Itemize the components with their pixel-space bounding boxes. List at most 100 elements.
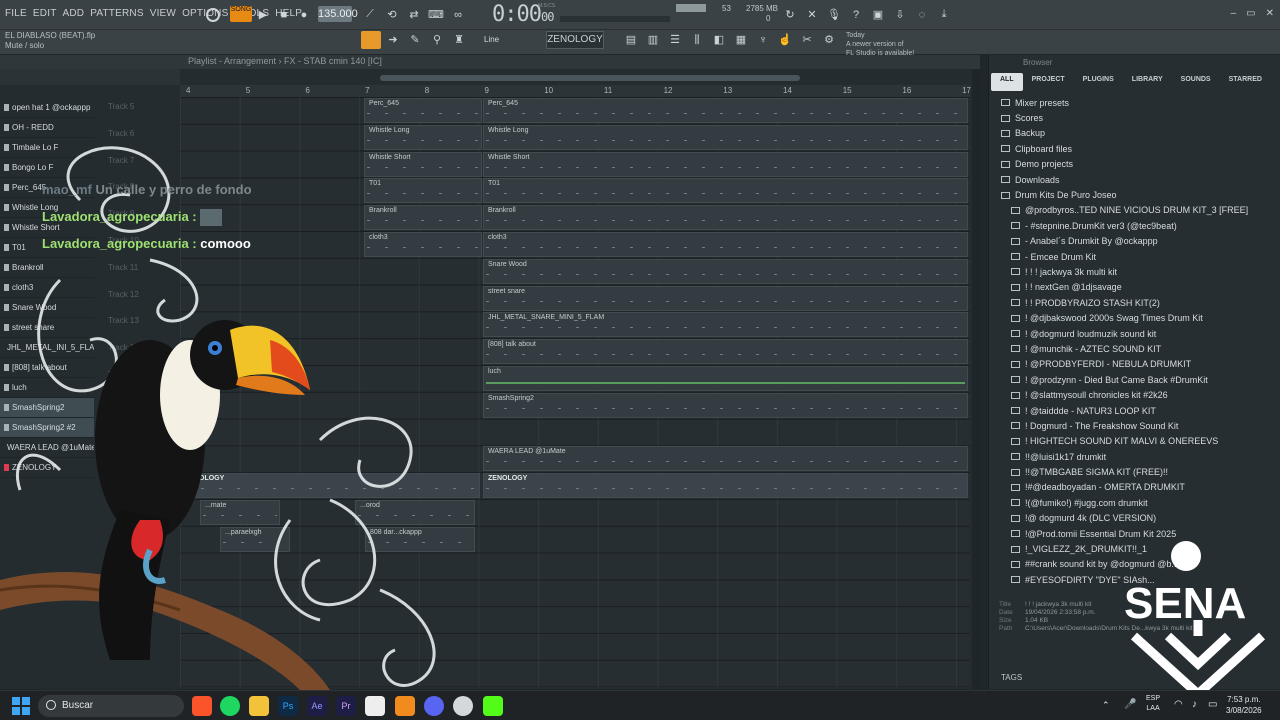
browser-item[interactable]: ! @slattmysoull chronicles kit #2k26 (993, 387, 1277, 402)
chevron-up-icon[interactable]: ⌃ (1102, 700, 1110, 711)
language-indicator[interactable]: ESP LAA (1146, 694, 1160, 714)
browser-item[interactable]: ! Dogmurd - The Freakshow Sound Kit (993, 418, 1277, 433)
snap-icon[interactable] (361, 31, 381, 49)
playlist-clip[interactable]: Perc_645 (483, 98, 968, 123)
news-panel[interactable]: Today A newer version of FL Studio is av… (846, 31, 941, 58)
browser-icon[interactable]: ▦ (734, 33, 748, 47)
kick-icon[interactable] (483, 696, 503, 716)
photoshop-icon[interactable]: Ps (278, 696, 298, 716)
playlist-icon[interactable]: ▤ (624, 33, 638, 47)
piano-icon[interactable]: ♜ (452, 33, 466, 47)
browser-item[interactable]: Drum Kits De Puro Joseo (993, 187, 1277, 202)
browser-item[interactable]: !!@TMBGABE SIGMA KIT (FREE)!! (993, 464, 1277, 479)
windows-start-icon[interactable] (12, 697, 30, 715)
download-icon[interactable]: ⤓ (936, 6, 952, 23)
playlist-clip[interactable]: T01 (483, 178, 968, 204)
discord-icon[interactable] (424, 696, 444, 716)
browser-item[interactable]: ! ! ! jackwya 3k multi kit (993, 264, 1277, 279)
song-mode-toggle[interactable]: SONG (230, 6, 252, 22)
plugin-picker-icon[interactable]: ♆ (756, 33, 770, 47)
browser-item[interactable]: Backup (993, 126, 1277, 141)
browser-item[interactable]: ! @PRODBYFERDI - NEBULA DRUMKIT (993, 357, 1277, 372)
playlist-clip[interactable]: SmashSpring2 (483, 392, 968, 418)
vertical-scrollbar[interactable] (972, 69, 980, 689)
browser-item[interactable]: ! @dogmurd loudmuzik sound kit (993, 326, 1277, 341)
browser-item[interactable]: ! ! PRODBYRAIZO STASH KIT(2) (993, 295, 1277, 310)
paint-tool-icon[interactable]: ✎ (408, 33, 422, 47)
browser-tab[interactable]: LIBRARY (1123, 73, 1172, 91)
close-icon[interactable]: ✕ (1266, 8, 1274, 19)
playlist-clip[interactable]: Whistle Long (483, 124, 968, 150)
minimize-icon[interactable]: – (1231, 8, 1237, 19)
browser-item[interactable]: !#@deadboyadan - OMERTA DRUMKIT (993, 480, 1277, 495)
pattern-item[interactable]: open hat 1 @ockappp (0, 98, 94, 118)
browser-item[interactable]: ! @munchik - AZTEC SOUND KIT (993, 341, 1277, 356)
premiere-icon[interactable]: Pr (336, 696, 356, 716)
wifi-icon[interactable]: ◠ (1174, 699, 1183, 710)
channel-rack-icon[interactable]: ☰ (668, 33, 682, 47)
metronome-icon[interactable]: ⟋ (362, 6, 378, 23)
stop-button[interactable]: ■ (277, 6, 291, 23)
browser-item[interactable]: ! @taiddde - NATUR3 LOOP KIT (993, 403, 1277, 418)
playlist-clip[interactable]: luch (483, 366, 968, 391)
browser-tab[interactable]: MY PROJ... (1271, 73, 1280, 91)
browser-tab[interactable]: STARRED (1220, 73, 1271, 91)
play-button[interactable]: ▶ (256, 6, 270, 23)
cut-icon[interactable]: ✂ (800, 33, 814, 47)
browser-item[interactable]: Demo projects (993, 157, 1277, 172)
playlist-clip[interactable]: Perc_645 (364, 98, 482, 123)
browser-item[interactable]: Clipboard files (993, 141, 1277, 156)
playlist-clip[interactable]: ZENOLOGY (483, 473, 968, 499)
system-clock[interactable]: 7:53 p.m. 3/08/2026 (1226, 694, 1262, 716)
touch-icon[interactable]: ☝ (778, 33, 792, 47)
playlist-clip[interactable]: cloth3 (483, 232, 968, 257)
snap-select[interactable]: Line (484, 33, 524, 47)
fl-studio-icon[interactable] (395, 696, 415, 716)
browser-item[interactable]: - Emcee Drum Kit (993, 249, 1277, 264)
browser-item[interactable]: ! @prodzynn - Died But Came Back #DrumKi… (993, 372, 1277, 387)
tags-label[interactable]: TAGS (1001, 673, 1022, 682)
playlist-clip[interactable]: WAERA LEAD @1uMate (483, 446, 968, 472)
record-button[interactable]: ● (297, 6, 311, 23)
loop-record-icon[interactable]: ⟲ (384, 6, 400, 23)
typing-keyboard-icon[interactable]: ⌨ (428, 6, 444, 23)
playlist-clip[interactable]: [808] talk about (483, 339, 968, 365)
browser-item[interactable]: - #stepnine.DrumKit ver3 (@tec9beat) (993, 218, 1277, 233)
maximize-icon[interactable]: ▭ (1246, 8, 1255, 19)
browser-item[interactable]: ! ! nextGen @1djsavage (993, 280, 1277, 295)
channel-settings-icon[interactable]: ◧ (712, 33, 726, 47)
menu-item[interactable]: VIEW (150, 8, 176, 19)
step-edit-icon[interactable]: ⇄ (406, 6, 422, 23)
battery-icon[interactable]: ▭ (1208, 699, 1217, 710)
file-explorer-icon[interactable] (249, 696, 269, 716)
playlist-clip[interactable]: street snare (483, 285, 968, 311)
microphone-tray-icon[interactable]: 🎤 (1124, 699, 1136, 710)
arrow-tool-icon[interactable]: ➜ (386, 33, 400, 47)
save-icon[interactable]: ▣ (870, 6, 886, 23)
playlist-clip[interactable]: Brankroll (483, 205, 968, 231)
menu-item[interactable]: FILE (5, 8, 27, 19)
obs-icon[interactable] (453, 696, 473, 716)
browser-item[interactable]: @prodbyros..TED NINE VICIOUS DRUM KIT_3 … (993, 203, 1277, 218)
microphone-icon[interactable]: 🎙 (826, 6, 842, 23)
browser-tab[interactable]: PROJECT (1023, 73, 1074, 91)
link-icon[interactable]: ⚲ (430, 33, 444, 47)
menu-item[interactable]: ADD (63, 8, 85, 19)
taskbar-search[interactable]: Buscar (38, 695, 184, 717)
blend-notes-icon[interactable]: ∞ (450, 6, 466, 23)
browser-item[interactable]: Scores (993, 110, 1277, 125)
browser-item[interactable]: Mixer presets (993, 95, 1277, 110)
chat-icon[interactable]: ◌ (914, 6, 930, 23)
brave-icon[interactable] (192, 696, 212, 716)
browser-item[interactable]: !@ dogmurd 4k (DLC VERSION) (993, 511, 1277, 526)
tempo-display[interactable]: 135.000 (318, 6, 358, 22)
mixer-faders-icon[interactable]: ⫼ (690, 33, 704, 47)
plugin-selector[interactable]: ZENOLOGY (546, 31, 604, 49)
browser-tab[interactable]: PLUGINS (1074, 73, 1123, 91)
browser-item[interactable]: ! @djbakswood 2000s Swag Times Drum Kit (993, 310, 1277, 325)
playlist-clip[interactable]: JHL_METAL_SNARE_MINI_5_FLAM (483, 312, 968, 338)
undo-icon[interactable]: ↻ (782, 6, 798, 23)
volume-icon[interactable]: ♪ (1192, 699, 1197, 710)
horizontal-scrollbar[interactable] (380, 75, 800, 81)
piano-roll-icon[interactable]: ▥ (646, 33, 660, 47)
